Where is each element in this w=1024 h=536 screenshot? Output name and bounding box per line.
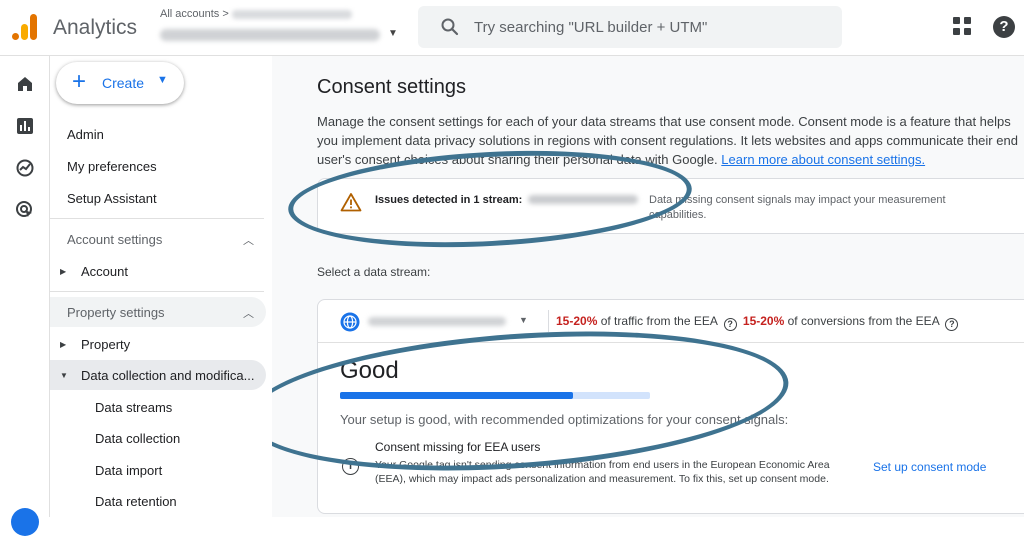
help-circle-icon[interactable]: ? (723, 318, 737, 331)
eea-stats: 15-20% of traffic from the EEA ? 15-20% … (556, 314, 961, 331)
conversions-pct: 15-20% (742, 314, 785, 328)
stream-card: ▼ 15-20% of traffic from the EEA ? 15-20… (317, 299, 1024, 514)
help-circle-icon[interactable]: ? (945, 318, 959, 331)
nav-subitem-data-import[interactable]: Data import (95, 463, 162, 478)
chevron-down-icon: ▼ (388, 28, 398, 39)
chevron-down-icon[interactable]: ▼ (519, 315, 528, 325)
reports-icon[interactable] (15, 116, 35, 136)
admin-nav: + Create ▼ Admin My preferences Setup As… (50, 56, 272, 517)
traffic-text: of traffic from the EEA (600, 314, 718, 328)
divider (318, 342, 1024, 343)
search-icon (441, 18, 459, 36)
analytics-logo-icon[interactable] (12, 14, 38, 40)
nav-divider (50, 218, 264, 219)
globe-icon (340, 312, 360, 332)
nav-item-setup-assistant[interactable]: Setup Assistant (67, 191, 157, 206)
top-bar: Analytics All accounts > ▼ ? (0, 0, 1024, 56)
nav-divider (50, 291, 264, 292)
admin-gear-icon[interactable] (11, 508, 39, 536)
nav-item-admin[interactable]: Admin (67, 127, 104, 142)
chevron-up-icon[interactable]: ︿ (243, 305, 254, 321)
plus-icon: + (72, 68, 87, 95)
nav-section-account-settings[interactable]: Account settings (67, 232, 162, 247)
status-progress-bar (340, 392, 650, 399)
warning-icon (340, 193, 362, 212)
home-icon[interactable] (15, 74, 35, 94)
caret-down-icon: ▼ (157, 74, 168, 86)
breadcrumb-all-accounts[interactable]: All accounts (160, 8, 219, 20)
apps-grid-icon[interactable] (953, 17, 973, 37)
expand-arrow-icon[interactable]: ▶ (60, 267, 66, 276)
create-button[interactable]: + Create ▼ (56, 62, 184, 104)
redacted-property-name (160, 29, 380, 41)
separator (548, 310, 549, 332)
nav-subitem-data-collection[interactable]: Data collection (95, 431, 180, 446)
info-icon: i (342, 458, 359, 475)
stream-selector[interactable] (368, 317, 506, 326)
nav-section-property-settings[interactable]: Property settings (67, 305, 165, 320)
learn-more-link[interactable]: Learn more about consent settings. (721, 152, 925, 167)
select-stream-label: Select a data stream: (317, 265, 431, 279)
redacted-account-name (231, 9, 352, 19)
page-title: Consent settings (317, 76, 466, 98)
redacted-stream-name (528, 195, 638, 204)
chevron-up-icon[interactable]: ︿ (243, 232, 254, 248)
app-name: Analytics (53, 16, 138, 39)
recommendation-title: Consent missing for EEA users (375, 440, 541, 454)
explore-icon[interactable] (15, 158, 35, 178)
nav-item-data-collection[interactable]: Data collection and modifica... (81, 368, 254, 383)
set-up-consent-mode-link[interactable]: Set up consent mode (873, 460, 986, 474)
create-label: Create (102, 75, 145, 91)
nav-subitem-data-retention[interactable]: Data retention (95, 494, 177, 509)
issue-title: Issues detected in 1 stream: (375, 194, 523, 206)
property-selector[interactable]: ▼ (160, 26, 398, 42)
nav-item-property[interactable]: Property (81, 337, 130, 352)
status-text: Your setup is good, with recommended opt… (340, 412, 789, 427)
traffic-pct: 15-20% (556, 314, 598, 328)
recommendation-detail: Your Google tag isn't sending consent in… (375, 459, 830, 485)
search-input[interactable] (474, 15, 814, 39)
expand-arrow-icon[interactable]: ▶ (60, 340, 66, 349)
main-content: Consent settings Manage the consent sett… (272, 56, 1024, 517)
page-description: Manage the consent settings for each of … (317, 112, 1024, 169)
search-bar[interactable] (418, 6, 842, 48)
collapse-arrow-icon[interactable]: ▼ (60, 371, 68, 380)
status-progress-fill (340, 392, 573, 399)
nav-subitem-data-streams[interactable]: Data streams (95, 400, 172, 415)
conversions-text: of conversions from the EEA (787, 314, 940, 328)
advertising-icon[interactable] (15, 200, 35, 220)
breadcrumb-separator: > (222, 8, 229, 20)
issue-banner: Issues detected in 1 stream: Data missin… (317, 178, 1024, 234)
nav-item-account[interactable]: Account (81, 264, 128, 279)
status-heading: Good (340, 357, 399, 384)
breadcrumb[interactable]: All accounts > (160, 8, 352, 20)
issue-message: Data missing consent signals may impact … (649, 194, 946, 221)
left-rail (0, 56, 50, 536)
help-icon[interactable]: ? (993, 16, 1015, 38)
nav-item-my-preferences[interactable]: My preferences (67, 159, 157, 174)
